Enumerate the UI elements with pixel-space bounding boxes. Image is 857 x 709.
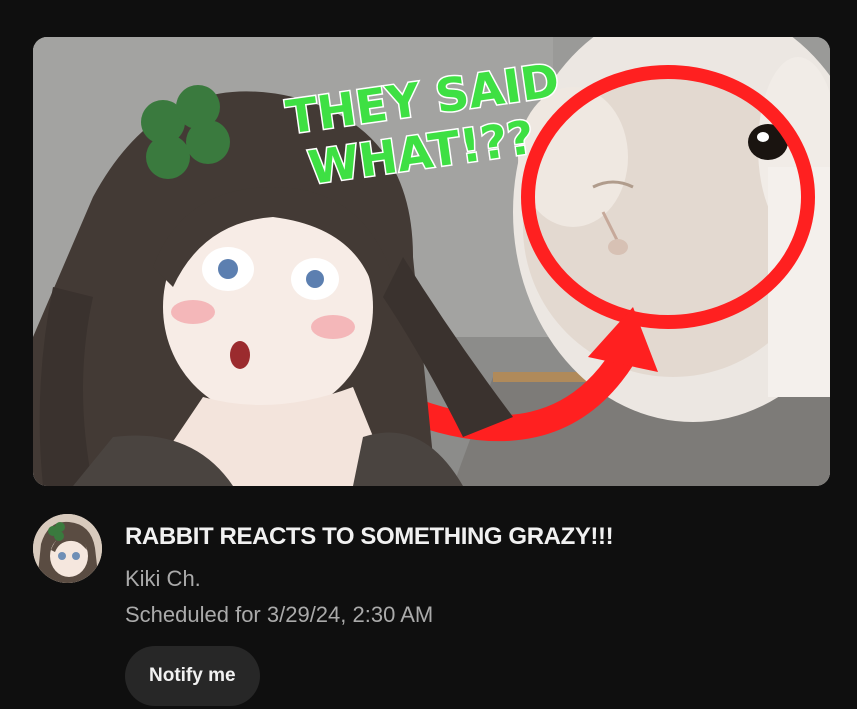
notify-me-button[interactable]: Notify me (125, 646, 260, 706)
video-card: THEY SAID WHAT!?? RABBIT REACTS TO SOMET… (0, 0, 857, 709)
channel-name[interactable]: Kiki Ch. (125, 566, 201, 592)
channel-avatar[interactable] (33, 514, 102, 583)
video-thumbnail[interactable]: THEY SAID WHAT!?? (33, 37, 830, 486)
video-title[interactable]: RABBIT REACTS TO SOMETHING GRAZY!!! (125, 522, 805, 552)
video-text: RABBIT REACTS TO SOMETHING GRAZY!!! Kiki… (125, 522, 805, 628)
schedule-text: Scheduled for 3/29/24, 2:30 AM (125, 602, 434, 627)
